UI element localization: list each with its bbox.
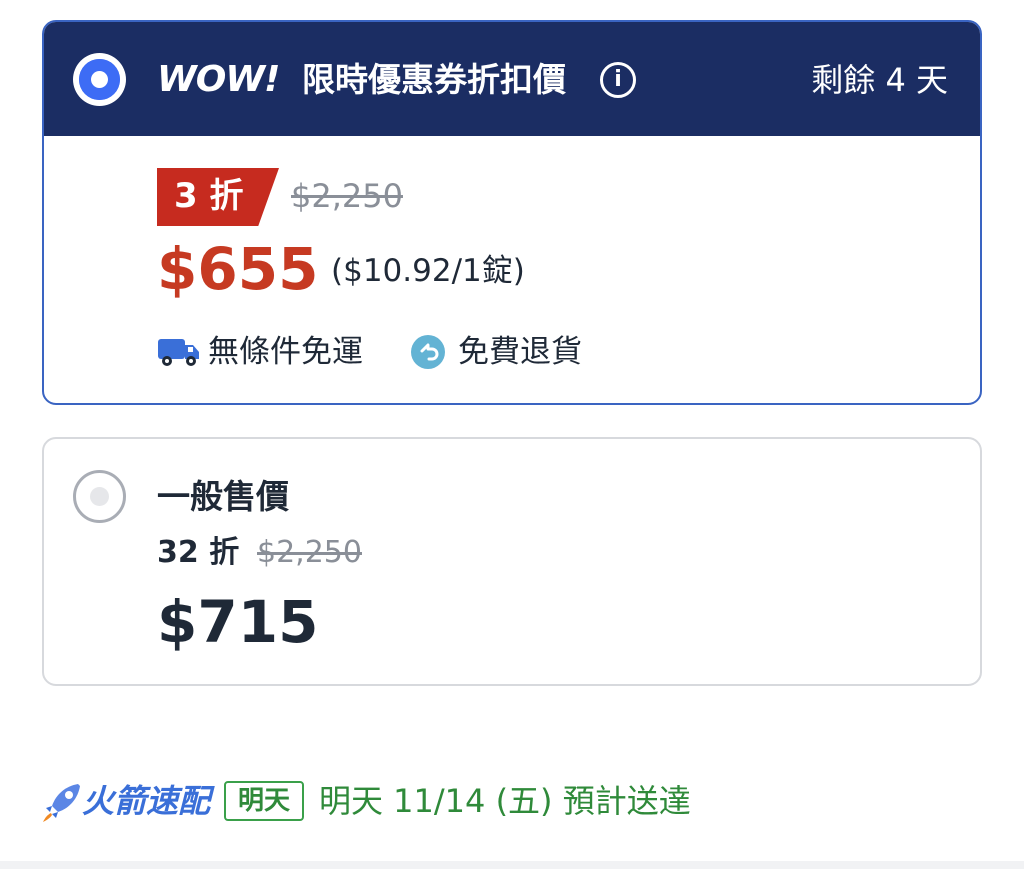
discount-badge: 3 折 — [157, 168, 279, 226]
regular-option-radio[interactable] — [73, 470, 126, 523]
original-price: $2,250 — [291, 177, 403, 215]
rocket-icon — [43, 784, 80, 822]
regular-discount: 32 折 — [157, 535, 240, 570]
wow-logo: WOW! — [157, 59, 280, 100]
rocket-delivery-label: 火箭速配 — [82, 782, 211, 820]
wow-option-title: 限時優惠券折扣價 — [302, 60, 566, 99]
coupon-price: $655 — [157, 235, 319, 303]
return-icon — [411, 335, 445, 369]
regular-original-price: $2,250 — [257, 535, 362, 570]
regular-option-title: 一般售價 — [157, 477, 289, 516]
wow-option-header: WOW! 限時優惠券折扣價 i 剩餘 4 天 — [44, 22, 980, 136]
tomorrow-badge: 明天 — [224, 781, 304, 821]
delivery-eta: 明天 11/14 (五) 預計送達 — [319, 782, 691, 820]
wow-option-radio[interactable] — [73, 53, 126, 106]
delivery-info-row: 火箭速配 明天 明天 11/14 (五) 預計送達 — [40, 776, 940, 826]
bottom-divider — [0, 861, 1024, 869]
radio-unselected-dot — [90, 487, 109, 506]
days-left-label: 剩餘 4 天 — [811, 61, 948, 99]
wow-coupon-option-card[interactable]: WOW! 限時優惠券折扣價 i 剩餘 4 天 3 折 $2,250 $655 (… — [42, 20, 982, 405]
free-shipping-label: 無條件免運 — [208, 334, 363, 370]
regular-price: $715 — [157, 588, 319, 656]
radio-selected-dot — [91, 71, 108, 88]
discount-badge-label: 3 折 — [174, 176, 244, 216]
info-icon[interactable]: i — [600, 62, 636, 98]
truck-icon — [158, 339, 199, 366]
free-return-label: 免費退貨 — [458, 334, 582, 370]
regular-price-option-card[interactable]: 一般售價 32 折 $2,250 $715 — [42, 437, 982, 686]
unit-price: ($10.92/1錠) — [331, 253, 525, 289]
